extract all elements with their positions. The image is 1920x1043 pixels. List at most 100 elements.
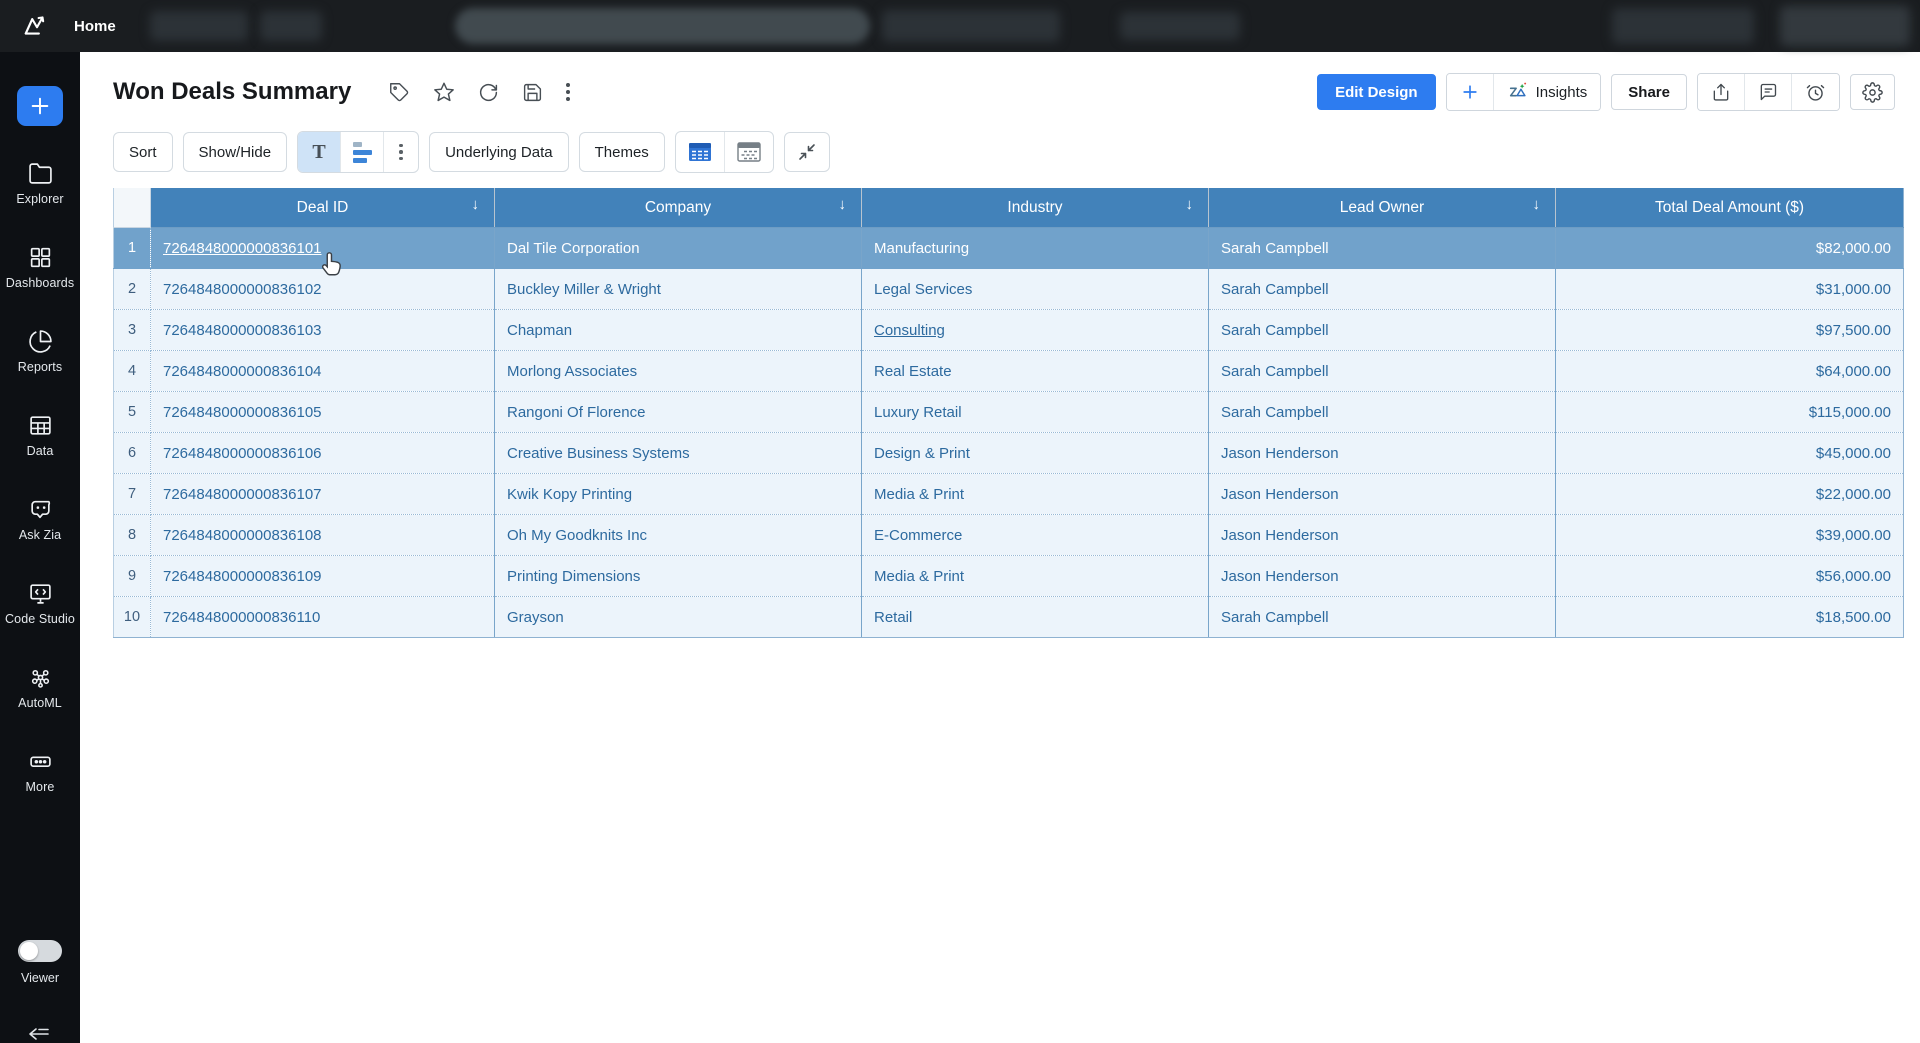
industry-cell[interactable]: E-Commerce <box>862 515 1209 556</box>
lead-owner-cell[interactable]: Sarah Campbell <box>1209 310 1556 351</box>
deal-id-cell[interactable]: 7264848000000836104 <box>151 351 495 392</box>
deal-id-cell[interactable]: 7264848000000836102 <box>151 269 495 310</box>
column-header-lead-owner[interactable]: Lead Owner↓ <box>1209 188 1556 228</box>
amount-cell[interactable]: $97,500.00 <box>1556 310 1904 351</box>
comments-button[interactable] <box>1745 74 1792 110</box>
table-row[interactable]: 57264848000000836105Rangoni Of FlorenceL… <box>114 392 1904 433</box>
tab-home[interactable]: Home <box>74 18 116 35</box>
sort-down-icon[interactable]: ↓ <box>839 196 847 213</box>
text-format-tool[interactable]: T <box>298 132 341 172</box>
lead-owner-cell[interactable]: Sarah Campbell <box>1209 392 1556 433</box>
create-new-button[interactable] <box>17 86 63 126</box>
company-cell[interactable]: Creative Business Systems <box>495 433 862 474</box>
table-row[interactable]: 97264848000000836109Printing DimensionsM… <box>114 556 1904 597</box>
collapse-view-button[interactable] <box>784 132 830 172</box>
show-hide-button[interactable]: Show/Hide <box>183 132 288 172</box>
deal-id-cell[interactable]: 7264848000000836110 <box>151 597 495 638</box>
sidebar-item-more[interactable]: More <box>0 749 80 794</box>
table-row[interactable]: 37264848000000836103ChapmanConsultingSar… <box>114 310 1904 351</box>
lead-owner-cell[interactable]: Sarah Campbell <box>1209 269 1556 310</box>
lead-owner-cell[interactable]: Jason Henderson <box>1209 515 1556 556</box>
company-cell[interactable]: Chapman <box>495 310 862 351</box>
company-cell[interactable]: Dal Tile Corporation <box>495 228 862 269</box>
amount-cell[interactable]: $45,000.00 <box>1556 433 1904 474</box>
company-cell[interactable]: Morlong Associates <box>495 351 862 392</box>
industry-cell[interactable]: Retail <box>862 597 1209 638</box>
lead-owner-cell[interactable]: Jason Henderson <box>1209 474 1556 515</box>
insights-button[interactable]: Insights <box>1494 74 1601 110</box>
tag-icon[interactable] <box>389 82 410 103</box>
collapse-sidebar-arrow-icon[interactable] <box>26 1025 54 1043</box>
table-row[interactable]: 107264848000000836110GraysonRetailSarah … <box>114 597 1904 638</box>
table-row[interactable]: 67264848000000836106Creative Business Sy… <box>114 433 1904 474</box>
industry-cell[interactable]: Manufacturing <box>862 228 1209 269</box>
format-more-kebab[interactable] <box>384 132 418 172</box>
save-icon[interactable] <box>522 82 543 103</box>
themes-button[interactable]: Themes <box>579 132 665 172</box>
column-header-industry[interactable]: Industry↓ <box>862 188 1209 228</box>
sidebar-item-code-studio[interactable]: Code Studio <box>0 581 80 626</box>
sidebar-item-explorer[interactable]: Explorer <box>0 161 80 206</box>
column-header-company[interactable]: Company↓ <box>495 188 862 228</box>
industry-cell[interactable]: Consulting <box>862 310 1209 351</box>
amount-cell[interactable]: $39,000.00 <box>1556 515 1904 556</box>
grid-view-toggle[interactable] <box>676 132 725 172</box>
sort-down-icon[interactable]: ↓ <box>1186 196 1194 213</box>
underlying-data-button[interactable]: Underlying Data <box>429 132 569 172</box>
lead-owner-cell[interactable]: Sarah Campbell <box>1209 351 1556 392</box>
share-button[interactable]: Share <box>1611 74 1687 110</box>
sort-down-icon[interactable]: ↓ <box>1533 196 1541 213</box>
favorite-star-icon[interactable] <box>433 81 455 103</box>
column-header-deal-id[interactable]: Deal ID↓ <box>151 188 495 228</box>
lead-owner-cell[interactable]: Jason Henderson <box>1209 433 1556 474</box>
viewer-toggle[interactable] <box>18 940 62 962</box>
company-cell[interactable]: Rangoni Of Florence <box>495 392 862 433</box>
industry-cell[interactable]: Design & Print <box>862 433 1209 474</box>
amount-cell[interactable]: $82,000.00 <box>1556 228 1904 269</box>
company-cell[interactable]: Grayson <box>495 597 862 638</box>
add-view-button[interactable] <box>1447 74 1494 110</box>
table-row[interactable]: 47264848000000836104Morlong AssociatesRe… <box>114 351 1904 392</box>
amount-cell[interactable]: $64,000.00 <box>1556 351 1904 392</box>
column-header-amount[interactable]: Total Deal Amount ($) <box>1556 188 1904 228</box>
table-row[interactable]: 87264848000000836108Oh My Goodknits IncE… <box>114 515 1904 556</box>
table-row[interactable]: 27264848000000836102Buckley Miller & Wri… <box>114 269 1904 310</box>
company-cell[interactable]: Buckley Miller & Wright <box>495 269 862 310</box>
industry-cell[interactable]: Media & Print <box>862 474 1209 515</box>
company-cell[interactable]: Kwik Kopy Printing <box>495 474 862 515</box>
pivot-view-toggle[interactable] <box>725 132 773 172</box>
company-cell[interactable]: Printing Dimensions <box>495 556 862 597</box>
industry-cell[interactable]: Media & Print <box>862 556 1209 597</box>
amount-cell[interactable]: $31,000.00 <box>1556 269 1904 310</box>
deal-id-cell[interactable]: 7264848000000836101 <box>151 228 495 269</box>
more-options-kebab-icon[interactable] <box>566 83 570 101</box>
deal-id-cell[interactable]: 7264848000000836108 <box>151 515 495 556</box>
amount-cell[interactable]: $18,500.00 <box>1556 597 1904 638</box>
deal-id-cell[interactable]: 7264848000000836106 <box>151 433 495 474</box>
lead-owner-cell[interactable]: Sarah Campbell <box>1209 228 1556 269</box>
deal-id-cell[interactable]: 7264848000000836109 <box>151 556 495 597</box>
table-row[interactable]: 77264848000000836107Kwik Kopy PrintingMe… <box>114 474 1904 515</box>
sidebar-item-automl[interactable]: AutoML <box>0 665 80 710</box>
refresh-icon[interactable] <box>478 82 499 103</box>
sidebar-item-reports[interactable]: Reports <box>0 329 80 374</box>
amount-cell[interactable]: $22,000.00 <box>1556 474 1904 515</box>
industry-cell[interactable]: Real Estate <box>862 351 1209 392</box>
schedule-alert-button[interactable] <box>1792 74 1839 110</box>
sidebar-item-dashboards[interactable]: Dashboards <box>0 245 80 290</box>
edit-design-button[interactable]: Edit Design <box>1317 74 1436 110</box>
settings-button[interactable] <box>1850 74 1895 110</box>
export-button[interactable] <box>1698 74 1745 110</box>
deal-id-cell[interactable]: 7264848000000836107 <box>151 474 495 515</box>
sort-down-icon[interactable]: ↓ <box>472 196 480 213</box>
deal-id-cell[interactable]: 7264848000000836103 <box>151 310 495 351</box>
deal-id-cell[interactable]: 7264848000000836105 <box>151 392 495 433</box>
sidebar-item-data[interactable]: Data <box>0 413 80 458</box>
company-cell[interactable]: Oh My Goodknits Inc <box>495 515 862 556</box>
lead-owner-cell[interactable]: Sarah Campbell <box>1209 597 1556 638</box>
lead-owner-cell[interactable]: Jason Henderson <box>1209 556 1556 597</box>
amount-cell[interactable]: $56,000.00 <box>1556 556 1904 597</box>
sort-button[interactable]: Sort <box>113 132 173 172</box>
sidebar-item-ask-zia[interactable]: Ask Zia <box>0 497 80 542</box>
table-row[interactable]: 17264848000000836101Dal Tile Corporation… <box>114 228 1904 269</box>
